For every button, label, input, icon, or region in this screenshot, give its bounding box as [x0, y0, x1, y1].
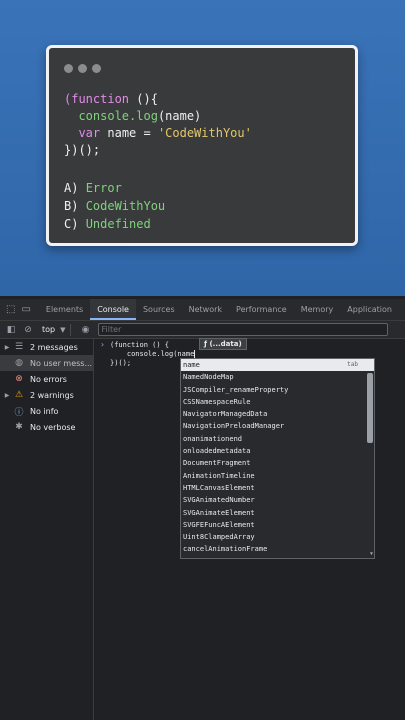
- scrollbar-thumb[interactable]: [367, 373, 373, 443]
- tab-application[interactable]: Application: [340, 299, 399, 320]
- sidebar-item-verbose[interactable]: ✱ No verbose: [0, 419, 93, 435]
- tab-performance[interactable]: Performance: [229, 299, 294, 320]
- scroll-up-icon[interactable]: ▲: [370, 372, 373, 378]
- sidebar-item-label: 2 messages: [30, 342, 78, 352]
- signature-hint: ƒ (...data): [199, 338, 247, 350]
- autocomplete-item[interactable]: CSSNamespaceRule: [181, 396, 374, 408]
- prompt-chevron-icon: ›: [100, 340, 105, 349]
- autocomplete-item[interactable]: NavigationPreloadManager: [181, 420, 374, 432]
- devtools-panel: ⬚ ▭ Elements Console Sources Network Per…: [0, 299, 405, 720]
- autocomplete-item[interactable]: NavigatorManagedData: [181, 408, 374, 420]
- answer-b-text: CodeWithYou: [85, 199, 166, 213]
- user-icon: ◍: [15, 358, 23, 368]
- sidebar-item-messages[interactable]: ▶ ☰ 2 messages: [0, 339, 93, 355]
- code-line3-mid: name =: [100, 126, 158, 140]
- tab-network[interactable]: Network: [182, 299, 229, 320]
- autocomplete-item[interactable]: cancelAnimationFrame: [181, 543, 374, 555]
- tab-key-hint: tab: [347, 361, 358, 368]
- console-line-1: (function () {: [110, 341, 170, 349]
- answer-a-letter: A): [64, 181, 79, 195]
- autocomplete-item[interactable]: SVGFEFuncAElement: [181, 519, 374, 531]
- autocomplete-item-label: name: [183, 361, 200, 369]
- sidebar-item-errors[interactable]: ⊗ No errors: [0, 371, 93, 387]
- tab-elements[interactable]: Elements: [39, 299, 90, 320]
- filter-input[interactable]: [97, 323, 388, 336]
- code-line3-string: 'CodeWithYou': [157, 126, 252, 140]
- autocomplete-item[interactable]: AnimationTimeline: [181, 470, 374, 482]
- code-line1-keyword: (function: [64, 92, 137, 106]
- answer-b-letter: B): [64, 199, 79, 213]
- console-line-3: })();: [110, 359, 132, 367]
- autocomplete-item[interactable]: Uint8ClampedArray: [181, 531, 374, 543]
- warning-icon: ⚠: [14, 390, 24, 400]
- sidebar-item-label: No verbose: [30, 422, 76, 432]
- sidebar-item-label: No info: [30, 406, 59, 416]
- scroll-down-icon[interactable]: ▼: [370, 551, 373, 557]
- answer-c-text: Undefined: [85, 217, 151, 231]
- error-icon: ⊗: [15, 374, 23, 384]
- sidebar-item-warnings[interactable]: ▶ ⚠ 2 warnings: [0, 387, 93, 403]
- code-snippet: (function (){ console.log(name) var name…: [64, 91, 252, 159]
- console-output[interactable]: › (function () { console.log(name })(); …: [94, 338, 405, 720]
- divider: [69, 323, 71, 336]
- sidebar-toggle-icon[interactable]: ◧: [5, 325, 17, 335]
- context-label: top: [42, 325, 56, 334]
- tab-security[interactable]: Se: [399, 299, 405, 320]
- console-sidebar: ▶ ☰ 2 messages ◍ No user mess... ⊗ No er…: [0, 339, 94, 720]
- inspect-element-icon[interactable]: ⬚: [6, 304, 15, 315]
- code-card: (function (){ console.log(name) var name…: [46, 45, 358, 246]
- sidebar-item-label: No user mess...: [30, 358, 93, 368]
- autocomplete-dropdown: name tab NamedNodeMap JSCompiler_renameP…: [180, 358, 375, 559]
- code-line4: })();: [64, 143, 101, 157]
- quiz-banner: (function (){ console.log(name) var name…: [0, 0, 405, 296]
- bug-icon: ✱: [15, 422, 23, 432]
- autocomplete-item[interactable]: DocumentFragment: [181, 457, 374, 469]
- window-dot-icon: [64, 64, 73, 73]
- clear-console-icon[interactable]: ⊘: [22, 325, 34, 335]
- sidebar-item-info[interactable]: ⓘ No info: [0, 403, 93, 419]
- device-toggle-icon[interactable]: ▭: [21, 304, 30, 315]
- autocomplete-item[interactable]: onloadedmetadata: [181, 445, 374, 457]
- tab-sources[interactable]: Sources: [136, 299, 182, 320]
- sidebar-item-label: 2 warnings: [30, 390, 74, 400]
- autocomplete-item[interactable]: NamedNodeMap: [181, 371, 374, 383]
- context-selector[interactable]: top ▼: [42, 325, 66, 334]
- list-icon: ☰: [14, 342, 24, 352]
- window-dot-icon: [78, 64, 87, 73]
- info-icon: ⓘ: [14, 407, 24, 418]
- eye-icon[interactable]: ◉: [80, 325, 92, 335]
- window-dots: [64, 64, 101, 73]
- tab-memory[interactable]: Memory: [294, 299, 341, 320]
- window-dot-icon: [92, 64, 101, 73]
- autocomplete-item[interactable]: SVGAnimateElement: [181, 507, 374, 519]
- chevron-right-icon[interactable]: ▶: [2, 344, 12, 351]
- code-line1-rest: (){: [136, 92, 158, 106]
- tab-console[interactable]: Console: [90, 299, 136, 320]
- sidebar-item-user-messages[interactable]: ◍ No user mess...: [0, 355, 93, 371]
- chevron-down-icon: ▼: [60, 325, 66, 334]
- text-cursor: [194, 350, 196, 358]
- autocomplete-item[interactable]: SVGAnimatedNumber: [181, 494, 374, 506]
- autocomplete-item[interactable]: HTMLCanvasElement: [181, 482, 374, 494]
- console-toolbar: ◧ ⊘ top ▼ ◉: [0, 321, 405, 339]
- code-line3-keyword: var: [78, 126, 101, 140]
- answer-c-letter: C): [64, 217, 79, 231]
- devtools-tabbar: ⬚ ▭ Elements Console Sources Network Per…: [0, 299, 405, 321]
- sidebar-item-label: No errors: [30, 374, 67, 384]
- code-line2-rest: (name): [157, 109, 202, 123]
- autocomplete-item[interactable]: onanimationend: [181, 433, 374, 445]
- autocomplete-item[interactable]: JSCompiler_renameProperty: [181, 384, 374, 396]
- answer-a-text: Error: [85, 181, 122, 195]
- chevron-right-icon[interactable]: ▶: [2, 392, 12, 399]
- autocomplete-item-selected[interactable]: name tab: [181, 359, 374, 372]
- code-line2-fn: console.log: [78, 109, 158, 123]
- console-line-2-text: console.log(name: [110, 350, 195, 358]
- answer-options: A) Error B) CodeWithYou C) Undefined: [64, 179, 165, 233]
